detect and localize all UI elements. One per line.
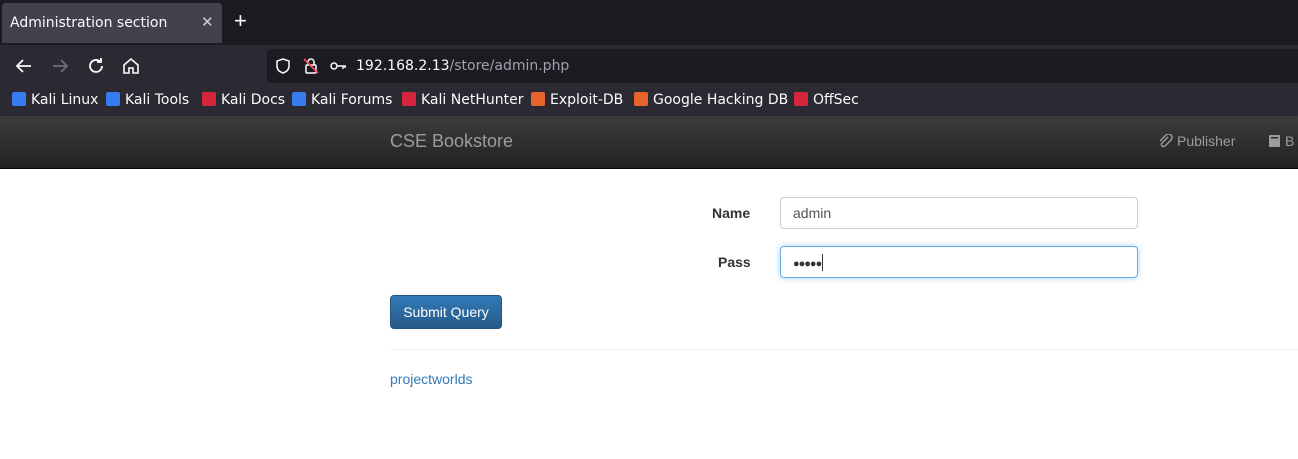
divider (390, 349, 1298, 350)
bookmarks-toolbar: Kali Linux Kali Tools Kali Docs Kali For… (0, 87, 1298, 116)
tab-close-icon[interactable]: ✕ (201, 13, 214, 31)
nav-publisher-label: Publisher (1177, 133, 1236, 149)
browser-tab-bar: Administration section ✕ + (0, 0, 1298, 45)
bookmark-label: OffSec (813, 92, 859, 108)
bookmark-google-hacking-db[interactable]: Google Hacking DB (634, 92, 788, 108)
tab-title: Administration section (10, 15, 168, 31)
pass-value: ●●●●● (793, 258, 822, 270)
browser-nav-bar: 192.168.2.13/store/admin.php (0, 45, 1298, 87)
bookmark-exploit-db[interactable]: Exploit-DB (531, 92, 623, 108)
exploit-db-icon (531, 92, 545, 106)
bookmark-kali-tools[interactable]: Kali Tools (106, 92, 189, 108)
nav-publisher[interactable]: Publisher (1157, 133, 1235, 149)
bookmark-label: Kali NetHunter (421, 92, 524, 108)
pass-label: Pass (718, 254, 751, 270)
browser-tab[interactable]: Administration section ✕ (2, 3, 222, 43)
name-label: Name (712, 205, 751, 221)
kali-tools-icon (106, 92, 120, 106)
back-icon[interactable] (12, 54, 36, 78)
insecure-lock-icon[interactable] (302, 57, 320, 75)
forward-icon[interactable] (48, 54, 72, 78)
bookmark-label: Kali Linux (31, 92, 99, 108)
bookmark-kali-linux[interactable]: Kali Linux (12, 92, 98, 108)
nav-books-label: B (1285, 133, 1295, 149)
paperclip-icon (1159, 133, 1173, 148)
bookmark-kali-docs[interactable]: Kali Docs (202, 92, 285, 108)
site-brand[interactable]: CSE Bookstore (390, 131, 513, 152)
bookmark-kali-forums[interactable]: Kali Forums (292, 92, 392, 108)
home-icon[interactable] (119, 54, 143, 78)
name-field[interactable]: admin (780, 197, 1138, 229)
pass-field[interactable]: ●●●●● (780, 246, 1138, 278)
ghdb-icon (634, 92, 648, 106)
url-text: 192.168.2.13/store/admin.php (356, 58, 569, 74)
bookmark-label: Kali Tools (125, 92, 190, 108)
shield-icon[interactable] (274, 57, 292, 75)
url-bar[interactable]: 192.168.2.13/store/admin.php (267, 49, 1298, 83)
kali-dragon-icon (12, 92, 26, 106)
submit-button[interactable]: Submit Query (390, 295, 502, 329)
book-icon (1269, 135, 1280, 147)
name-value: admin (793, 205, 832, 221)
text-cursor (822, 254, 824, 271)
kali-docs-icon (202, 92, 216, 106)
url-host: 192.168.2.13 (356, 58, 450, 74)
bookmark-offsec[interactable]: OffSec (794, 92, 859, 108)
key-icon[interactable] (329, 57, 347, 75)
site-navbar: CSE Bookstore Publisher B (0, 116, 1298, 169)
url-path: /store/admin.php (449, 58, 570, 74)
kali-forums-icon (292, 92, 306, 106)
kali-nethunter-icon (402, 92, 416, 106)
offsec-icon (794, 92, 808, 106)
bookmark-label: Exploit-DB (550, 92, 624, 108)
reload-icon[interactable] (84, 54, 108, 78)
bookmark-label: Kali Forums (311, 92, 393, 108)
bookmark-label: Google Hacking DB (653, 92, 789, 108)
footer-link-projectworlds[interactable]: projectworlds (390, 371, 472, 387)
new-tab-icon[interactable]: + (234, 9, 247, 33)
bookmark-label: Kali Docs (221, 92, 286, 108)
bookmark-kali-nethunter[interactable]: Kali NetHunter (402, 92, 523, 108)
nav-books[interactable]: B (1268, 133, 1294, 149)
